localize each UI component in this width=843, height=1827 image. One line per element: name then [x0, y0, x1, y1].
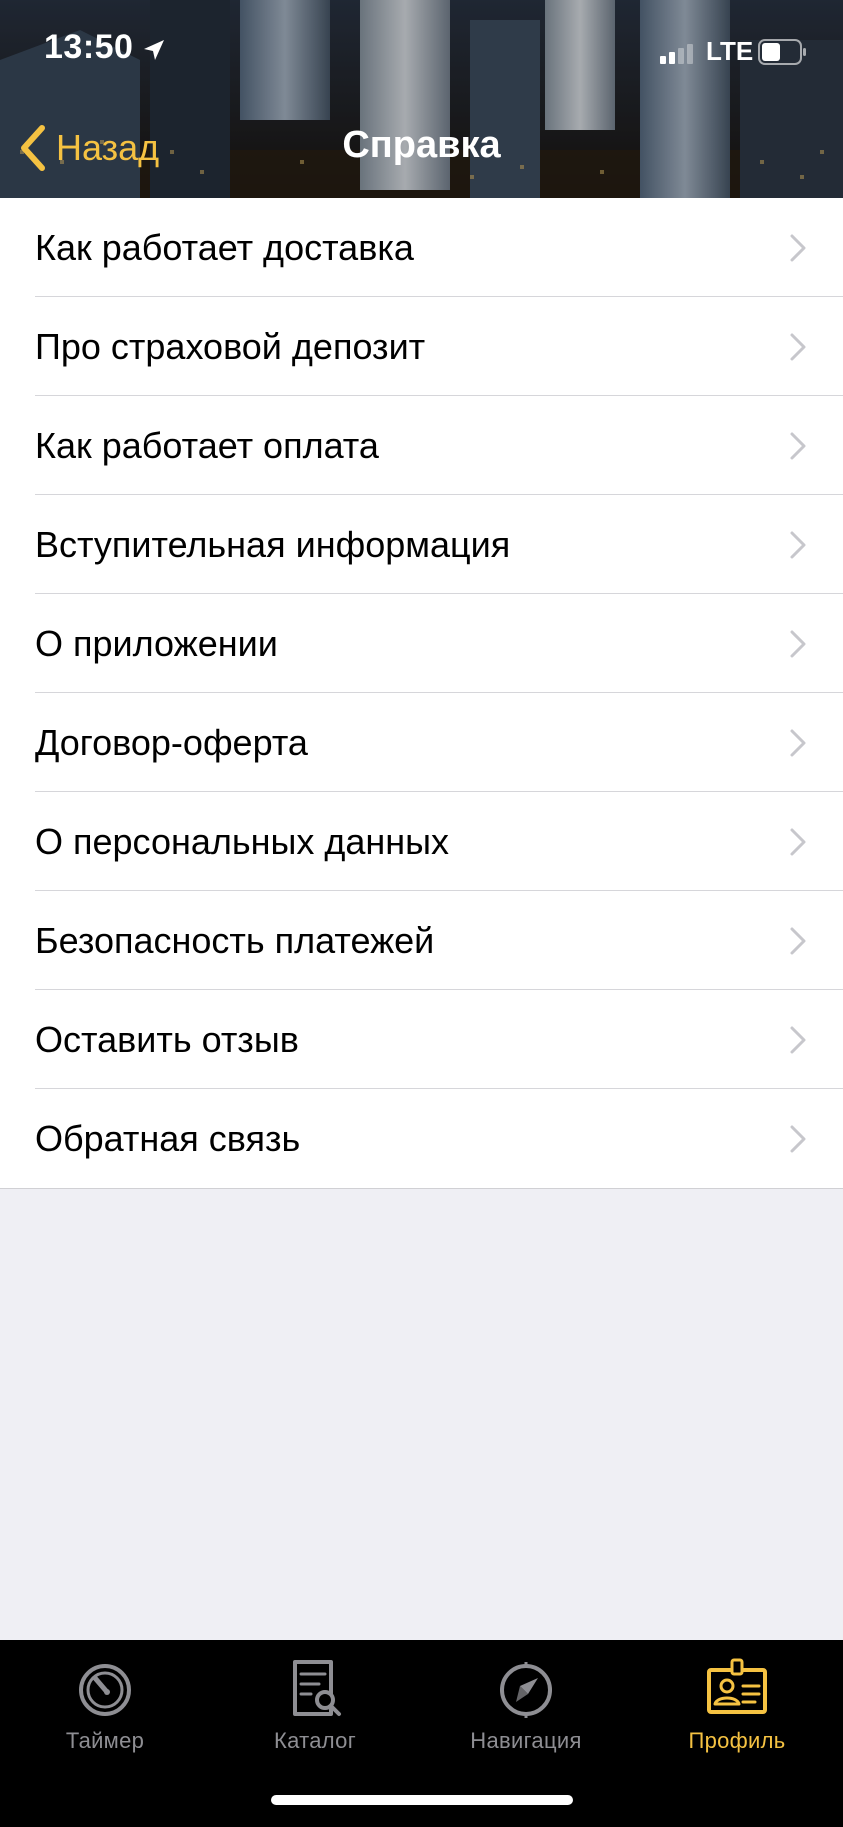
chevron-right-icon [790, 333, 806, 361]
list-item-insurance-deposit[interactable]: Про страховой депозит [0, 297, 843, 396]
list-item-feedback[interactable]: Обратная связь [0, 1089, 843, 1188]
status-bar: 13:50 LTE [0, 0, 843, 100]
tab-catalog[interactable]: Каталог [210, 1640, 420, 1780]
tab-label: Навигация [470, 1728, 582, 1753]
list-item-label: Вступительная информация [35, 524, 511, 565]
list-item-label: Как работает оплата [35, 425, 379, 466]
help-menu-list: Как работает доставка Про страховой депо… [0, 198, 843, 1189]
list-item-label: Оставить отзыв [35, 1019, 299, 1060]
chevron-right-icon [790, 234, 806, 262]
list-item-about-app[interactable]: О приложении [0, 594, 843, 693]
profile-badge-icon [707, 1658, 767, 1714]
chevron-right-icon [790, 1026, 806, 1054]
list-item-label: О персональных данных [35, 821, 450, 862]
list-item-introduction[interactable]: Вступительная информация [0, 495, 843, 594]
list-item-label: Договор-оферта [35, 722, 308, 763]
timer-icon [79, 1664, 131, 1716]
chevron-right-icon [790, 432, 806, 460]
catalog-icon [293, 1660, 341, 1716]
list-item-leave-review[interactable]: Оставить отзыв [0, 990, 843, 1089]
page-title: Справка [342, 124, 501, 166]
cellular-signal-icon [660, 44, 693, 64]
tab-navigation[interactable]: Навигация [421, 1640, 631, 1780]
chevron-right-icon [790, 828, 806, 856]
tab-label: Таймер [65, 1728, 145, 1753]
compass-icon [500, 1662, 552, 1718]
location-arrow-icon [144, 40, 164, 60]
list-item-personal-data[interactable]: О персональных данных [0, 792, 843, 891]
list-item-label: Как работает доставка [35, 227, 414, 268]
home-indicator[interactable] [271, 1795, 573, 1805]
tab-bar: Таймер Каталог Навигация Профиль [0, 1640, 843, 1827]
chevron-right-icon [790, 927, 806, 955]
list-item-payment-security[interactable]: Безопасность платежей [0, 891, 843, 990]
navigation-bar: Назад Справка [0, 110, 843, 190]
chevron-right-icon [790, 531, 806, 559]
list-item-label: Обратная связь [35, 1118, 301, 1159]
tab-timer[interactable]: Таймер [0, 1640, 210, 1780]
battery-icon [758, 39, 806, 65]
tab-label: Профиль [688, 1728, 786, 1753]
chevron-right-icon [790, 630, 806, 658]
list-item-offer-agreement[interactable]: Договор-оферта [0, 693, 843, 792]
status-time: 13:50 [44, 28, 134, 66]
network-type: LTE [706, 36, 754, 66]
list-item-label: О приложении [35, 623, 278, 664]
list-item-label: Про страховой депозит [35, 326, 426, 367]
tab-label: Каталог [273, 1728, 357, 1753]
chevron-right-icon [790, 729, 806, 757]
list-item-delivery[interactable]: Как работает доставка [0, 198, 843, 297]
tab-profile[interactable]: Профиль [632, 1640, 842, 1780]
chevron-right-icon [790, 1125, 806, 1153]
header: 13:50 LTE Назад Справка [0, 0, 843, 198]
list-item-label: Безопасность платежей [35, 920, 435, 961]
list-item-payment[interactable]: Как работает оплата [0, 396, 843, 495]
